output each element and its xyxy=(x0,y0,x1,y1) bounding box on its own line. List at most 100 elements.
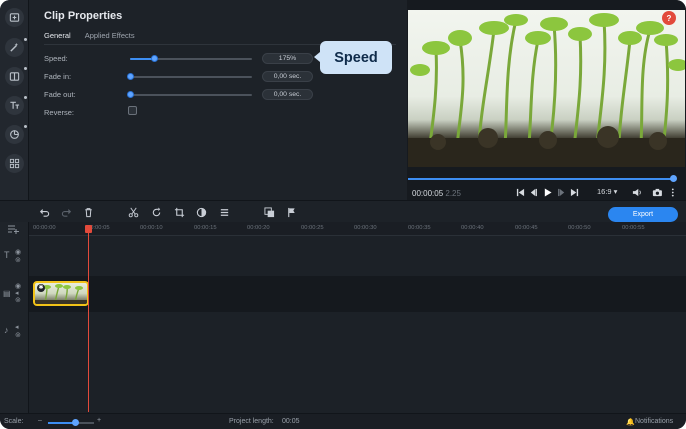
notifications-label[interactable]: Notifications xyxy=(635,418,673,425)
track-lock-icon[interactable]: ⊚ xyxy=(15,296,21,304)
fade-in-slider[interactable] xyxy=(127,73,252,80)
preview-progress-bar[interactable] xyxy=(408,178,674,180)
clip-properties-icon[interactable] xyxy=(218,206,230,218)
more-tools-icon[interactable] xyxy=(5,154,24,173)
clip-settings-icon[interactable]: ✱ xyxy=(37,284,45,292)
timecode-frames: 2.25 xyxy=(445,189,461,198)
transitions-icon[interactable] xyxy=(5,67,27,86)
timecode: 00:00:05 2.25 xyxy=(412,189,461,198)
preview-progress-handle[interactable] xyxy=(669,175,677,182)
video-clip[interactable]: ✱ xyxy=(33,281,89,306)
audio-track-header: ♪ ◂ ⊚ xyxy=(0,312,29,413)
video-track-icon: ▤ xyxy=(3,289,11,298)
track-lock-icon[interactable]: ⊚ xyxy=(15,256,21,264)
text-track-icon: T xyxy=(4,250,10,260)
speed-label: Speed: xyxy=(44,54,68,63)
ruler-label: 00:00:55 xyxy=(622,225,645,231)
sprouts-image xyxy=(408,13,685,167)
video-track[interactable] xyxy=(29,276,686,312)
ruler-label: 00:00:20 xyxy=(247,225,270,231)
timecode-time: 00:00:05 xyxy=(412,189,444,198)
ruler-label: 00:00:50 xyxy=(568,225,591,231)
project-length-value: 00:05 xyxy=(282,418,300,425)
more-options-icon[interactable] xyxy=(669,186,677,198)
ruler-label: 00:00:45 xyxy=(515,225,538,231)
scale-slider-fill xyxy=(48,422,75,424)
aspect-ratio-select[interactable]: 16:9 ▾ xyxy=(597,187,617,196)
fade-in-slider-handle[interactable] xyxy=(127,73,134,80)
magic-wand-icon[interactable] xyxy=(5,38,27,57)
fade-out-label: Fade out: xyxy=(44,90,76,99)
panel-title: Clip Properties xyxy=(44,10,123,22)
reverse-checkbox[interactable] xyxy=(128,106,137,115)
tab-general[interactable]: General xyxy=(44,31,71,45)
track-lock-icon[interactable]: ⊚ xyxy=(15,331,21,339)
step-back-icon[interactable] xyxy=(528,186,538,198)
skip-forward-icon[interactable] xyxy=(569,186,579,198)
ruler-label: 00:00:10 xyxy=(140,225,163,231)
speed-slider-handle[interactable] xyxy=(151,55,159,62)
overlay-icon[interactable] xyxy=(263,206,275,218)
timeline-toolbar xyxy=(0,200,686,222)
add-track-icon[interactable] xyxy=(8,225,19,234)
import-icon[interactable] xyxy=(5,8,24,27)
delete-icon[interactable] xyxy=(82,206,94,218)
stickers-icon[interactable] xyxy=(5,125,27,144)
reverse-label: Reverse: xyxy=(44,108,75,117)
project-length-label: Project length: xyxy=(229,418,274,425)
redo-icon[interactable] xyxy=(60,206,72,218)
marker-flag-icon[interactable] xyxy=(285,206,297,218)
preview-panel: ? 00:00:05 2.25 16:9 ▾ xyxy=(407,0,686,200)
scale-label: Scale: xyxy=(4,418,24,425)
snapshot-icon[interactable] xyxy=(651,186,663,198)
rotate-icon[interactable] xyxy=(150,206,162,218)
track-visibility-icon[interactable]: ◉ xyxy=(15,248,21,256)
track-mute-icon[interactable]: ◂ xyxy=(15,323,19,331)
color-adjust-icon[interactable] xyxy=(195,206,207,218)
ruler-label: 00:00:15 xyxy=(194,225,217,231)
ruler-label: 00:00:40 xyxy=(461,225,484,231)
step-forward-icon[interactable] xyxy=(556,186,566,198)
audio-track[interactable] xyxy=(29,312,686,413)
left-toolbar xyxy=(0,0,29,200)
audio-track-icon: ♪ xyxy=(4,325,9,335)
fade-in-value-field[interactable]: 0,00 sec. xyxy=(262,71,313,82)
properties-tabs: General Applied Effects xyxy=(44,31,135,45)
skip-back-icon[interactable] xyxy=(515,186,525,198)
video-preview xyxy=(408,10,685,167)
status-bar: Scale: – + Project length: 00:05 🔔 Notif… xyxy=(0,413,686,429)
text-track-header: T ◉ ⊚ xyxy=(0,236,29,276)
speed-callout: Speed xyxy=(314,41,392,74)
titles-icon[interactable] xyxy=(5,96,27,115)
zoom-in-icon[interactable]: + xyxy=(97,417,101,424)
video-track-header: ▤ ◉ ◂ ⊚ xyxy=(0,276,29,312)
fade-out-slider-handle[interactable] xyxy=(127,91,134,98)
notifications-bell-icon[interactable]: 🔔 xyxy=(626,418,635,426)
zoom-out-icon[interactable]: – xyxy=(38,417,42,424)
fade-out-value-field[interactable]: 0,00 sec. xyxy=(262,89,313,100)
export-button[interactable]: Export xyxy=(608,207,678,222)
ruler-label: 00:00:00 xyxy=(33,225,56,231)
ruler-label: 00:00:25 xyxy=(301,225,324,231)
ruler-label: 00:00:30 xyxy=(354,225,377,231)
playhead-line[interactable] xyxy=(88,226,89,412)
volume-icon[interactable] xyxy=(631,186,643,198)
add-track-header xyxy=(0,222,29,236)
scale-slider-handle[interactable] xyxy=(72,419,79,426)
fade-out-slider[interactable] xyxy=(127,91,252,98)
undo-icon[interactable] xyxy=(38,206,50,218)
ruler-label: 00:00:35 xyxy=(408,225,431,231)
text-track[interactable] xyxy=(29,236,686,276)
fade-in-label: Fade in: xyxy=(44,72,72,81)
crop-icon[interactable] xyxy=(173,206,185,218)
split-icon[interactable] xyxy=(127,206,139,218)
speed-slider[interactable] xyxy=(130,55,252,62)
speed-value-field[interactable]: 175% xyxy=(262,53,313,64)
clip-properties-panel: Clip Properties General Applied Effects … xyxy=(29,0,407,200)
play-icon[interactable] xyxy=(541,186,553,198)
help-button[interactable]: ? xyxy=(662,11,676,25)
app-window: Clip Properties General Applied Effects … xyxy=(0,0,686,429)
playhead-handle[interactable] xyxy=(85,225,92,233)
timeline-ruler[interactable]: 00:00:00 00:00:05 00:00:10 00:00:15 00:0… xyxy=(29,222,686,236)
tab-applied-effects[interactable]: Applied Effects xyxy=(85,31,135,45)
